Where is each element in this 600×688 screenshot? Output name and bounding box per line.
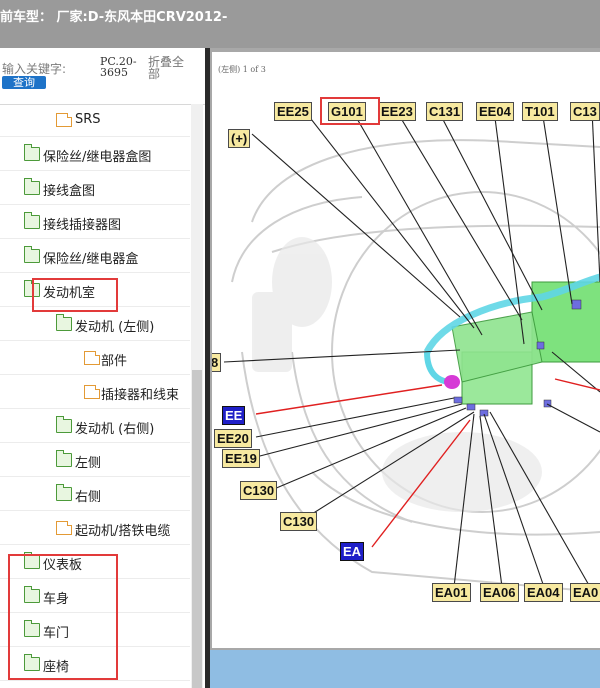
label-ee23: EE23 <box>378 102 416 121</box>
sidebar-scroll-thumb[interactable] <box>192 370 202 688</box>
folder-icon <box>24 178 40 195</box>
folder-icon <box>24 246 40 263</box>
label-ee04: EE04 <box>476 102 514 121</box>
search-row: 输入关键字: 查询 PC.20-3695 折叠全部 <box>0 48 205 105</box>
tree-item-label: 左侧 <box>75 456 102 471</box>
tree-item-label: 发动机 (右侧) <box>75 422 155 437</box>
label-ee20: EE20 <box>214 429 252 448</box>
folder-icon <box>56 484 72 501</box>
file-icon <box>56 113 72 127</box>
tree-item-left-side[interactable]: 左侧 <box>0 444 190 477</box>
label-c130-lower: C130 <box>280 512 318 531</box>
label-c131: C131 <box>426 102 464 121</box>
tree-item-engine-right[interactable]: 发动机 (右侧) <box>0 410 190 443</box>
folder-icon <box>24 212 40 229</box>
pc-code: PC.20-3695 <box>100 55 137 79</box>
folder-icon <box>56 450 72 467</box>
tree-item-label: 发动机 (左侧) <box>75 320 155 335</box>
window-title: 前车型： 厂家:D-东风本田CRV2012- <box>0 10 228 25</box>
tree-item-label: SRS <box>75 112 101 127</box>
diagram-pane: (左侧) 1 of 3 (+) EE25 G101 EE23 C131 EE04… <box>210 48 600 688</box>
file-icon <box>56 521 72 535</box>
tree-item-connector-diagram[interactable]: 接线插接器图 <box>0 206 190 239</box>
folder-icon <box>56 416 72 433</box>
tree-item-components[interactable]: 部件 <box>0 342 190 375</box>
label-ee: EE <box>222 406 246 425</box>
tree-item-label: 部件 <box>101 354 128 369</box>
tree-item-label: 右侧 <box>75 490 102 505</box>
sidebar: 输入关键字: 查询 PC.20-3695 折叠全部 SRS 保险丝/继电器盒图 … <box>0 48 205 688</box>
tree-item-label: 起动机/搭铁电缆 <box>75 524 171 539</box>
tree-item-label: 接线插接器图 <box>43 218 122 233</box>
collapse-all-link[interactable]: 折叠全部 <box>148 56 190 80</box>
label-t101: T101 <box>522 102 558 121</box>
label-plus: (+) <box>228 129 251 148</box>
label-c13x: C13 <box>570 102 600 121</box>
tree-item-label: 保险丝/继电器盒图 <box>43 150 152 165</box>
file-icon <box>84 385 100 399</box>
tree-item-junction-box-diagram[interactable]: 接线盒图 <box>0 172 190 205</box>
label-8: 8 <box>212 353 222 372</box>
folder-open-icon <box>56 314 72 331</box>
highlight-group <box>8 554 118 680</box>
tree-item-right-side[interactable]: 右侧 <box>0 478 190 511</box>
label-ea04: EA04 <box>524 583 563 602</box>
search-label: 输入关键字: <box>2 62 67 76</box>
label-ee25: EE25 <box>274 102 312 121</box>
label-ea06: EA06 <box>480 583 519 602</box>
tree-item-connectors-harness[interactable]: 插接器和线束 <box>0 376 190 409</box>
tree-item-srs[interactable]: SRS <box>0 104 190 137</box>
tree-item-label: 保险丝/继电器盒 <box>43 252 139 267</box>
highlight-engine-compartment <box>32 278 118 312</box>
engine-compartment-illustration <box>223 109 600 593</box>
highlight-g101 <box>320 97 380 125</box>
title-bar: 前车型： 厂家:D-东风本田CRV2012- <box>0 0 600 48</box>
tree-item-label: 插接器和线束 <box>101 388 180 403</box>
viewer-bottom-bar <box>210 650 600 688</box>
diagram-page: (左侧) 1 of 3 (+) EE25 G101 EE23 C131 EE04… <box>212 52 600 648</box>
folder-icon <box>24 144 40 161</box>
label-ea: EA <box>340 542 365 561</box>
tree-item-starter-ground-cable[interactable]: 起动机/搭铁电缆 <box>0 512 190 545</box>
tree-item-fuse-relay-box[interactable]: 保险丝/继电器盒 <box>0 240 190 273</box>
query-button[interactable]: 查询 <box>2 76 46 89</box>
tree-item-label: 接线盒图 <box>43 184 96 199</box>
tree-item-fuse-relay-box-diagram[interactable]: 保险丝/继电器盒图 <box>0 138 190 171</box>
label-ea01: EA01 <box>432 583 471 602</box>
label-ea0x: EA0 <box>570 583 600 602</box>
label-c130-upper: C130 <box>240 481 278 500</box>
file-icon <box>84 351 100 365</box>
tree-item-engine-left[interactable]: 发动机 (左侧) <box>0 308 190 341</box>
label-ee19: EE19 <box>222 449 260 468</box>
